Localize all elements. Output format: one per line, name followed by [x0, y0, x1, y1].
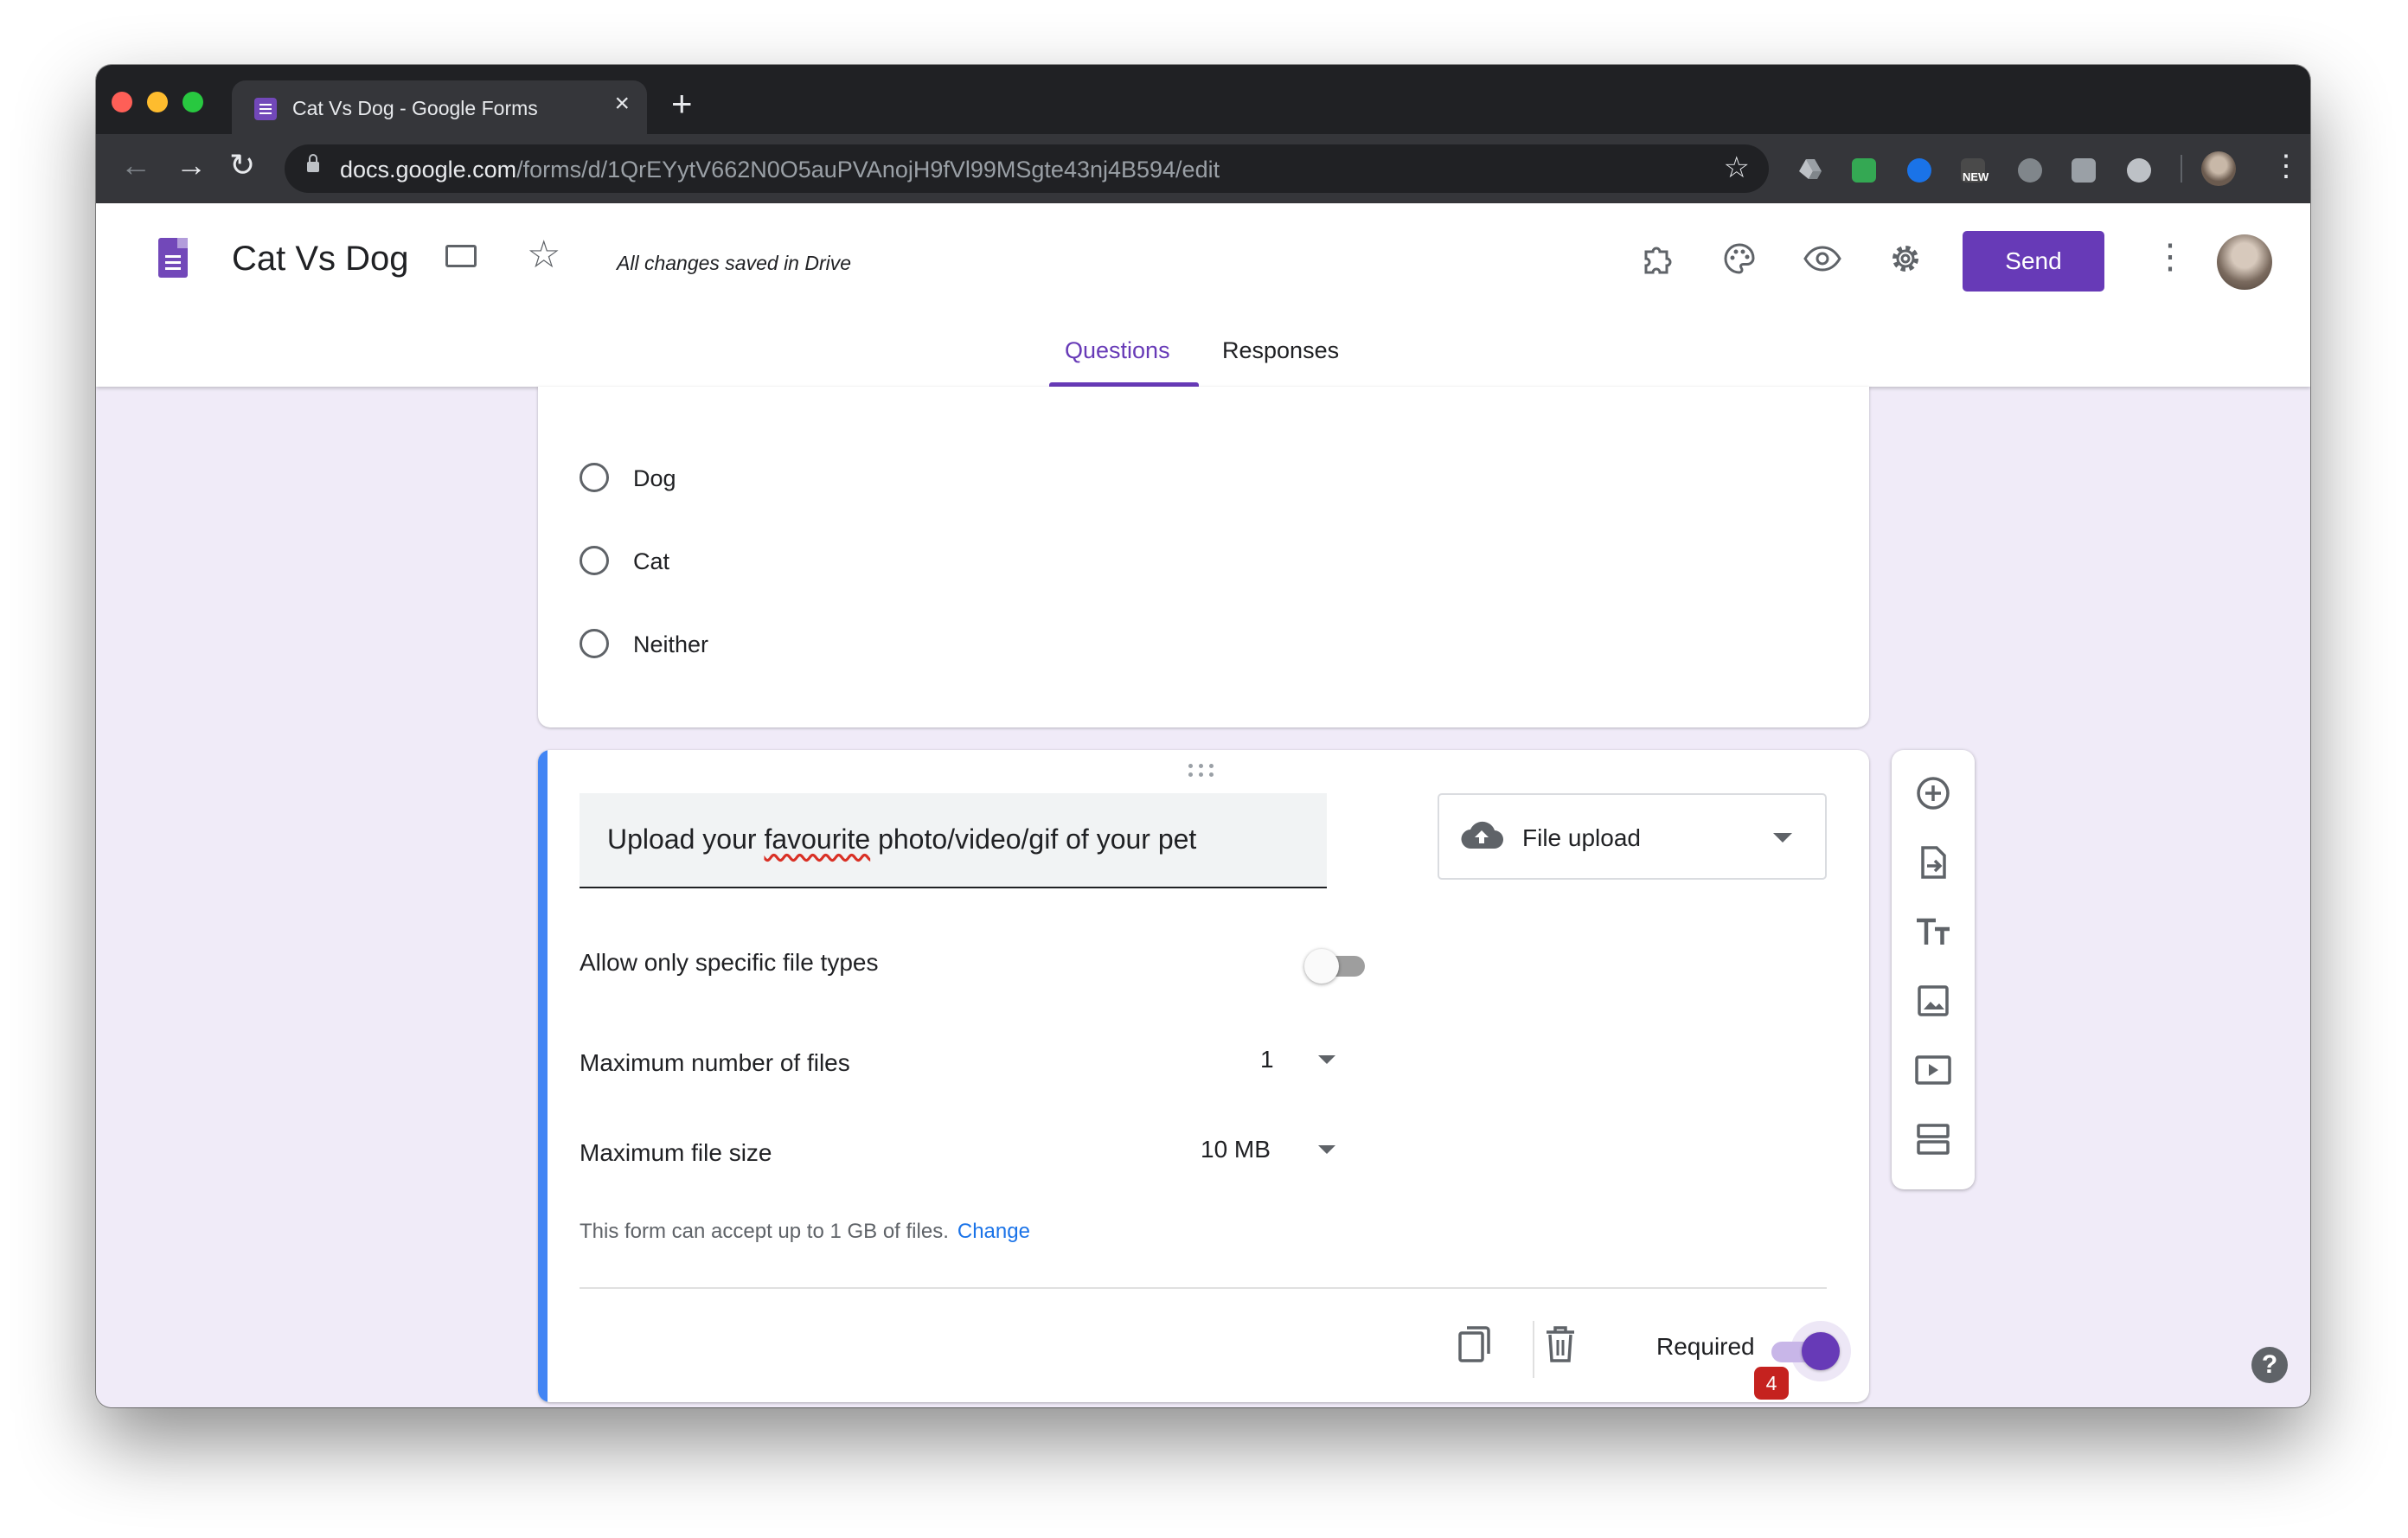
settings-icon[interactable] — [1885, 238, 1926, 279]
question-title-input[interactable]: Upload your favourite photo/video/gif of… — [580, 793, 1327, 888]
forms-header: Cat Vs Dog ☆ All changes saved in Drive … — [96, 203, 2310, 387]
required-label: Required — [1656, 1333, 1755, 1360]
add-image-icon[interactable] — [1909, 977, 1957, 1025]
add-section-icon[interactable] — [1909, 1115, 1957, 1163]
star-icon[interactable]: ☆ — [527, 236, 560, 274]
duplicate-icon[interactable] — [1457, 1324, 1495, 1364]
import-questions-icon[interactable] — [1909, 838, 1957, 887]
upload-limit-text: This form can accept up to 1 GB of files… — [580, 1220, 949, 1243]
profile-avatar[interactable] — [2201, 151, 2236, 186]
back-icon[interactable]: ← — [120, 150, 151, 181]
change-limit-link[interactable]: Change — [957, 1220, 1030, 1243]
radio-icon[interactable] — [580, 629, 609, 658]
new-tab-button[interactable]: + — [671, 86, 693, 122]
tab-strip: Cat Vs Dog - Google Forms × + — [96, 65, 2310, 134]
folder-icon[interactable] — [445, 245, 477, 267]
account-avatar[interactable] — [2217, 234, 2272, 290]
forms-logo-icon[interactable] — [158, 238, 188, 278]
u-extension-icon[interactable] — [2018, 158, 2042, 183]
forward-icon[interactable]: → — [176, 150, 207, 181]
max-size-label: Maximum file size — [580, 1139, 772, 1166]
form-title[interactable]: Cat Vs Dog — [232, 240, 409, 279]
question-title-part: photo/video/gif of your pet — [870, 823, 1197, 855]
option-label: Dog — [633, 465, 676, 491]
footer-divider — [1533, 1321, 1534, 1378]
max-size-select[interactable]: 10 MB — [1201, 1136, 1271, 1163]
add-question-icon[interactable] — [1909, 769, 1957, 817]
allow-file-types-toggle[interactable] — [1304, 945, 1370, 988]
add-video-icon[interactable] — [1909, 1046, 1957, 1094]
notification-badge: 4 — [1754, 1367, 1789, 1400]
allow-file-types-label: Allow only specific file types — [580, 949, 879, 976]
mail-extension-icon[interactable] — [1852, 158, 1876, 183]
compass-extension-icon[interactable] — [1907, 158, 1931, 183]
more-options-icon[interactable]: ⋮ — [2153, 240, 2187, 274]
url-path: /forms/d/1QrEYytV662N0O5auPVAnojH9fVl99M… — [516, 157, 1220, 183]
address-bar[interactable]: docs.google.com/forms/d/1QrEYytV662N0O5a… — [285, 144, 1769, 193]
question-type-label: File upload — [1522, 824, 1641, 851]
option-label: Cat — [633, 548, 670, 574]
browser-tab[interactable]: Cat Vs Dog - Google Forms × — [232, 80, 647, 134]
new-extension-label: NEW — [1963, 170, 1989, 183]
reload-icon[interactable]: ↻ — [229, 150, 255, 181]
drag-handle-icon[interactable] — [1188, 764, 1218, 781]
forms-favicon-icon — [254, 98, 277, 120]
zoom-window-button[interactable] — [183, 92, 203, 112]
chat-extension-icon[interactable] — [2072, 158, 2096, 183]
save-status: All changes saved in Drive — [617, 252, 852, 274]
max-size-arrow-icon[interactable] — [1318, 1145, 1335, 1154]
addons-icon[interactable] — [1636, 238, 1677, 279]
help-icon[interactable]: ? — [2251, 1347, 2288, 1383]
focus-accent-bar — [538, 750, 548, 1402]
spellcheck-word[interactable]: favourite — [764, 823, 870, 855]
lock-icon[interactable] — [307, 154, 319, 172]
question-toolbar — [1892, 750, 1975, 1189]
browser-toolbar: ← → ↻ docs.google.com/forms/d/1QrEYytV66… — [96, 134, 2310, 204]
browser-menu-icon[interactable]: ⋮ — [2271, 151, 2301, 181]
drive-extension-icon[interactable] — [1798, 158, 1822, 183]
close-window-button[interactable] — [112, 92, 132, 112]
add-title-icon[interactable] — [1909, 907, 1957, 956]
minimize-window-button[interactable] — [147, 92, 168, 112]
delete-icon[interactable] — [1543, 1324, 1578, 1364]
cloud-upload-icon — [1460, 819, 1503, 850]
bookmark-star-icon[interactable]: ☆ — [1724, 153, 1750, 183]
card-footer-divider — [580, 1287, 1827, 1289]
preview-icon[interactable] — [1802, 238, 1843, 279]
option-label: Neither — [633, 631, 709, 657]
max-files-arrow-icon[interactable] — [1318, 1055, 1335, 1064]
upload-limit-note: This form can accept up to 1 GB of files… — [580, 1220, 1030, 1244]
question-title-part: Upload your — [607, 823, 765, 855]
browser-window: Cat Vs Dog - Google Forms × + ← → ↻ docs… — [96, 65, 2310, 1407]
dropdown-arrow-icon — [1773, 833, 1792, 843]
previous-question-card[interactable]: Dog Cat Neither — [538, 387, 1869, 727]
max-files-label: Maximum number of files — [580, 1049, 850, 1076]
toolbar-divider — [2181, 155, 2182, 183]
tab-questions[interactable]: Questions — [1065, 337, 1170, 364]
send-button[interactable]: Send — [1963, 231, 2104, 292]
radio-icon[interactable] — [580, 463, 609, 492]
record-extension-icon[interactable] — [2127, 158, 2151, 183]
max-files-select[interactable]: 1 — [1260, 1046, 1274, 1073]
question-title-text: Upload your favourite photo/video/gif of… — [607, 823, 1196, 856]
url-domain: docs.google.com — [340, 157, 517, 183]
file-upload-question-card[interactable]: Upload your favourite photo/video/gif of… — [538, 750, 1869, 1402]
tab-close-icon[interactable]: × — [614, 91, 630, 117]
tab-title: Cat Vs Dog - Google Forms — [292, 97, 538, 119]
tab-responses[interactable]: Responses — [1222, 337, 1339, 364]
url-text[interactable]: docs.google.com/forms/d/1QrEYytV662N0O5a… — [340, 157, 1220, 183]
palette-icon[interactable] — [1719, 238, 1760, 279]
question-type-dropdown[interactable]: File upload — [1438, 793, 1827, 880]
radio-icon[interactable] — [580, 546, 609, 575]
